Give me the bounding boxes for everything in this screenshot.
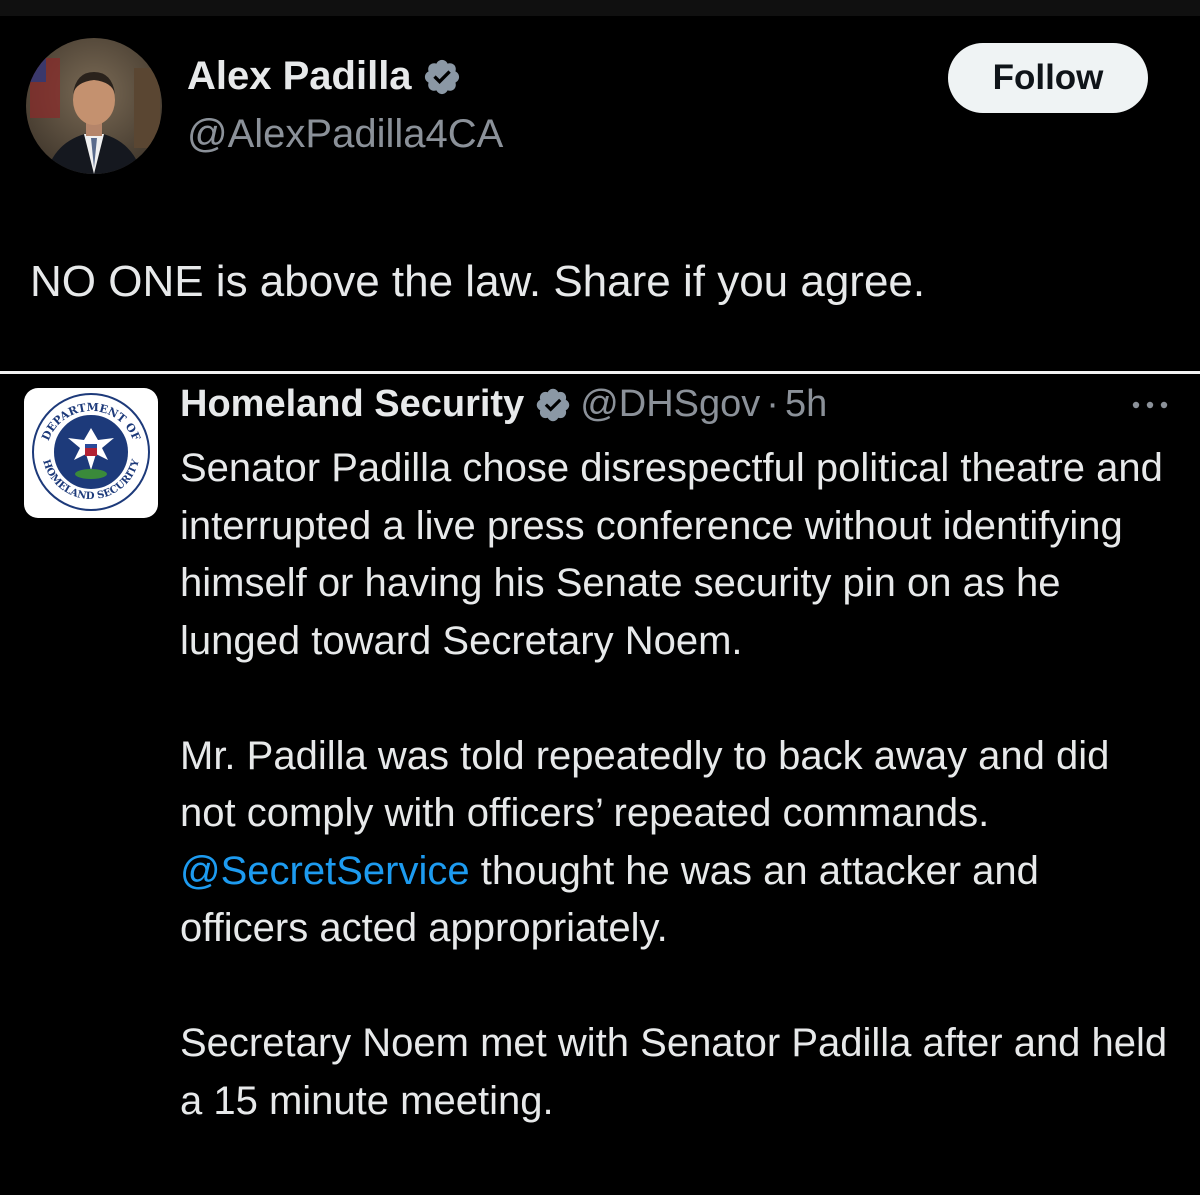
author-name-row[interactable]: Alex Padilla bbox=[187, 54, 462, 99]
quoted-paragraph-2: Mr. Padilla was told repeatedly to back … bbox=[180, 728, 1170, 958]
quoted-author-name[interactable]: Homeland Security bbox=[180, 383, 524, 426]
author-name[interactable]: Alex Padilla bbox=[187, 54, 412, 99]
follow-button[interactable]: Follow bbox=[948, 43, 1148, 113]
paragraph-2-text-before: Mr. Padilla was told repeatedly to back … bbox=[180, 733, 1110, 836]
verified-badge-icon bbox=[536, 388, 570, 421]
author-avatar[interactable] bbox=[26, 38, 162, 174]
top-strip bbox=[0, 0, 1200, 16]
quoted-author-handle[interactable]: @DHSgov bbox=[580, 383, 760, 426]
quoted-header: Homeland Security @DHSgov · 5h bbox=[180, 383, 827, 426]
quoted-paragraph-3: Secretary Noem met with Senator Padilla … bbox=[180, 1021, 1168, 1123]
dhs-seal-avatar[interactable]: DEPARTMENT OF HOMELAND SECURITY bbox=[24, 388, 158, 518]
quoted-tweet-body: Senator Padilla chose disrespectful poli… bbox=[180, 440, 1170, 1130]
verified-badge-icon bbox=[424, 59, 459, 94]
quoted-timestamp[interactable]: 5h bbox=[785, 383, 827, 426]
header-separator: · bbox=[766, 383, 779, 425]
secret-service-mention-link[interactable]: @SecretService bbox=[180, 849, 470, 893]
more-options-icon[interactable] bbox=[1128, 393, 1172, 417]
quote-divider bbox=[0, 371, 1200, 374]
quoted-paragraph-1: Senator Padilla chose disrespectful poli… bbox=[180, 446, 1163, 663]
tweet-text: NO ONE is above the law. Share if you ag… bbox=[30, 257, 926, 306]
author-handle[interactable]: @AlexPadilla4CA bbox=[187, 112, 503, 157]
